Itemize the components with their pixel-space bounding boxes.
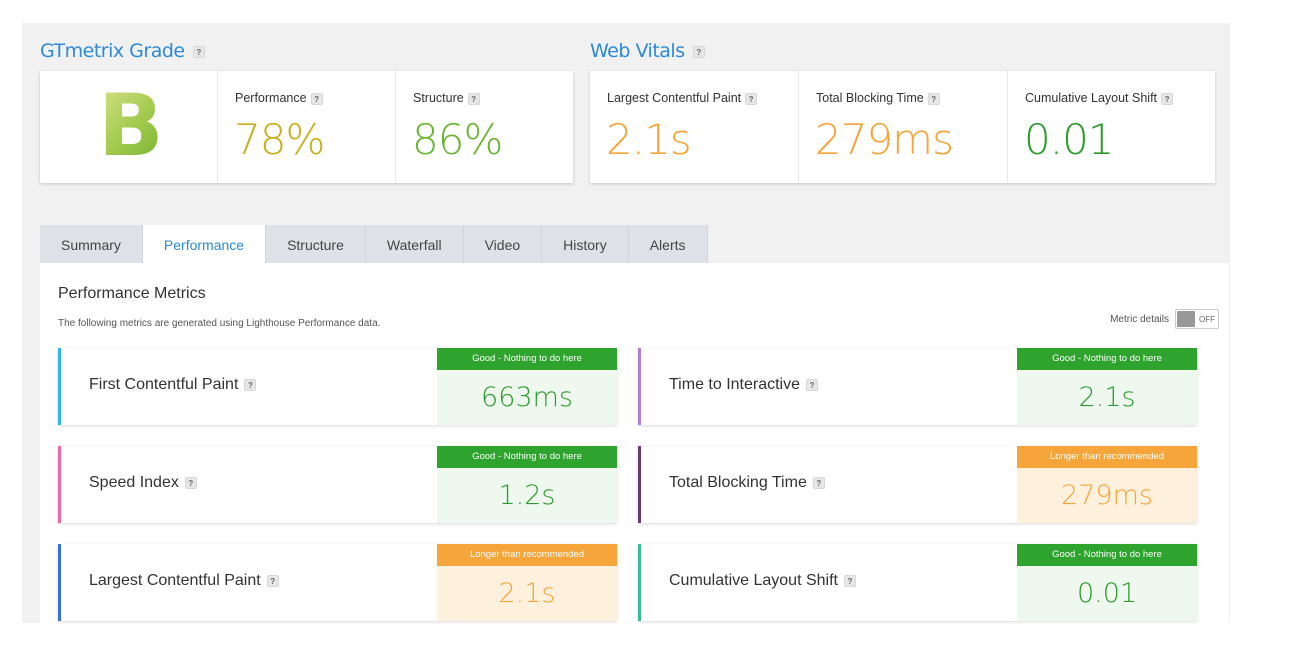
tab-performance[interactable]: Performance <box>142 225 267 265</box>
metric-value-box: Good - Nothing to do here 2.1s <box>1017 348 1197 425</box>
status-badge: Longer than recommended <box>1017 446 1197 468</box>
help-icon[interactable]: ? <box>192 45 205 58</box>
metric-value: 663ms <box>481 382 573 413</box>
metric-label: First Contentful Paint? <box>89 376 257 394</box>
tab-summary[interactable]: Summary <box>40 225 143 265</box>
grade-letter: B <box>98 76 164 176</box>
status-badge: Good - Nothing to do here <box>437 348 617 370</box>
metric-value-box: Longer than recommended 2.1s <box>437 544 617 621</box>
metric-label: Cumulative Layout Shift? <box>669 572 856 590</box>
structure-score-cell: Structure? 86% <box>396 71 573 183</box>
grade-card: B Performance? 78% Structure? 86% <box>40 71 573 183</box>
metric-card-cls[interactable]: Cumulative Layout Shift? Good - Nothing … <box>638 544 1197 621</box>
help-icon[interactable]: ? <box>1161 92 1174 105</box>
metric-value-box: Good - Nothing to do here 0.01 <box>1017 544 1197 621</box>
status-badge: Longer than recommended <box>437 544 617 566</box>
help-icon[interactable]: ? <box>812 476 825 489</box>
metric-card-tti[interactable]: Time to Interactive? Good - Nothing to d… <box>638 348 1197 425</box>
structure-score: 86% <box>412 115 503 164</box>
report-tabs: Summary Performance Structure Waterfall … <box>40 225 708 265</box>
toggle-knob <box>1177 311 1195 327</box>
metric-details-toggle[interactable]: OFF <box>1175 309 1219 329</box>
performance-score: 78% <box>234 115 325 164</box>
help-icon[interactable]: ? <box>843 574 856 587</box>
metric-card-fcp[interactable]: First Contentful Paint? Good - Nothing t… <box>58 348 617 425</box>
metric-card-speed-index[interactable]: Speed Index? Good - Nothing to do here 1… <box>58 446 617 523</box>
help-icon[interactable]: ? <box>927 92 940 105</box>
metric-label: Time to Interactive? <box>669 376 819 394</box>
help-icon[interactable]: ? <box>692 45 705 58</box>
metric-value: 2.1s <box>498 578 556 609</box>
metric-label: Largest Contentful Paint? <box>89 572 279 590</box>
report-container: GTmetrix Grade? B Performance? 78% Struc… <box>22 23 1230 623</box>
web-vitals-card: Largest Contentful Paint? 2.1s Total Blo… <box>590 71 1215 183</box>
vital-cls-cell: Cumulative Layout Shift? 0.01 <box>1008 71 1215 183</box>
metric-details-toggle-wrap: Metric details OFF <box>1110 309 1219 329</box>
metric-value-box: Good - Nothing to do here 1.2s <box>437 446 617 523</box>
help-icon[interactable]: ? <box>310 92 323 105</box>
gtmetrix-grade-title: GTmetrix Grade? <box>40 40 205 62</box>
status-badge: Good - Nothing to do here <box>1017 544 1197 566</box>
metric-value: 2.1s <box>1078 382 1136 413</box>
help-icon[interactable]: ? <box>266 574 279 587</box>
tab-waterfall[interactable]: Waterfall <box>365 225 464 265</box>
vital-tbt-cell: Total Blocking Time? 279ms <box>799 71 1008 183</box>
toggle-state: OFF <box>1199 314 1215 324</box>
metric-value-box: Longer than recommended 279ms <box>1017 446 1197 523</box>
performance-score-cell: Performance? 78% <box>218 71 396 183</box>
vital-label: Cumulative Layout Shift? <box>1025 91 1174 105</box>
help-icon[interactable]: ? <box>184 476 197 489</box>
metric-value: 1.2s <box>498 480 556 511</box>
structure-label: Structure? <box>413 91 480 105</box>
metric-value: 279ms <box>1061 480 1153 511</box>
panel-title: Performance Metrics <box>58 285 206 302</box>
tab-structure[interactable]: Structure <box>266 225 366 265</box>
help-icon[interactable]: ? <box>467 92 480 105</box>
metric-value-box: Good - Nothing to do here 663ms <box>437 348 617 425</box>
help-icon[interactable]: ? <box>806 378 819 391</box>
metric-label: Total Blocking Time? <box>669 474 825 492</box>
web-vitals-title: Web Vitals? <box>590 40 705 62</box>
status-badge: Good - Nothing to do here <box>437 446 617 468</box>
performance-panel: Performance Metrics The following metric… <box>40 263 1229 623</box>
metric-card-tbt[interactable]: Total Blocking Time? Longer than recomme… <box>638 446 1197 523</box>
grade-cell: B <box>40 71 218 183</box>
tab-history[interactable]: History <box>542 225 629 265</box>
vital-lcp-value: 2.1s <box>606 115 692 164</box>
vital-cls-value: 0.01 <box>1024 115 1115 164</box>
vital-label: Largest Contentful Paint? <box>607 91 758 105</box>
vital-label: Total Blocking Time? <box>816 91 940 105</box>
metric-value: 0.01 <box>1076 578 1138 609</box>
vital-tbt-value: 279ms <box>815 115 954 164</box>
panel-subtitle: The following metrics are generated usin… <box>58 318 381 329</box>
metric-card-lcp[interactable]: Largest Contentful Paint? Longer than re… <box>58 544 617 621</box>
status-badge: Good - Nothing to do here <box>1017 348 1197 370</box>
help-icon[interactable]: ? <box>745 92 758 105</box>
tab-alerts[interactable]: Alerts <box>628 225 708 265</box>
help-icon[interactable]: ? <box>244 378 257 391</box>
metric-details-label: Metric details <box>1110 313 1169 325</box>
performance-label: Performance? <box>235 91 323 105</box>
vital-lcp-cell: Largest Contentful Paint? 2.1s <box>590 71 799 183</box>
metric-label: Speed Index? <box>89 474 197 492</box>
tab-video[interactable]: Video <box>463 225 543 265</box>
